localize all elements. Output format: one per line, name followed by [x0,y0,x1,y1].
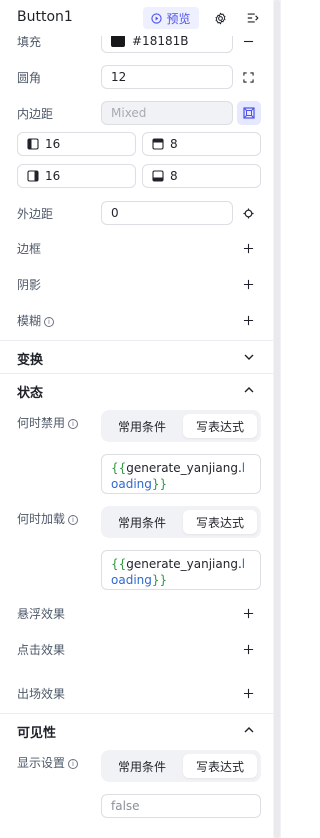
add-hover-effect-icon[interactable] [240,605,256,621]
info-icon[interactable]: i [68,759,79,769]
info-icon[interactable]: i [44,317,55,327]
preview-button[interactable]: 预览 [143,7,199,29]
blur-row: 模糊 i [0,310,273,330]
disabled-when-expression-input[interactable]: {{generate_yanjiang.loading}} [101,454,261,494]
state-section-header[interactable]: 状态 [0,380,273,402]
expr-open-brace: {{ [111,557,127,571]
padding-all-input[interactable]: Mixed [101,101,233,125]
padding-bottom-input[interactable]: 8 [142,164,261,188]
add-click-effect-icon[interactable] [240,641,256,657]
padding-right-input[interactable]: 16 [17,164,136,188]
loading-when-common-tab[interactable]: 常用条件 [105,510,179,534]
border-label: 边框 [17,242,42,256]
add-blur-icon[interactable] [240,312,256,328]
display-settings-mode-toggle: 常用条件 写表达式 [101,750,261,782]
expr-object: generate_yanjiang. [126,461,242,475]
disabled-when-mode-toggle: 常用条件 写表达式 [101,410,261,442]
expr-close-brace: }} [151,477,168,491]
loading-when-label: 何时加载 [17,512,66,526]
preview-label: 预览 [166,11,191,26]
divider [0,373,273,374]
chevron-up-icon[interactable] [240,721,258,739]
add-enter-effect-icon[interactable] [240,685,256,701]
display-settings-label-wrap: 显示设置 i [17,754,79,771]
disabled-when-expression-tab[interactable]: 写表达式 [183,414,257,438]
click-effect-label: 点击效果 [17,643,66,657]
padding-row: 内边距 Mixed [0,100,273,126]
display-settings-label: 显示设置 [17,756,66,770]
radius-row: 圆角 12 [0,64,273,90]
disabled-when-common-tab[interactable]: 常用条件 [105,414,179,438]
padding-top-value: 8 [170,137,178,151]
radius-input[interactable]: 12 [101,65,233,89]
display-expression-input[interactable]: false [101,794,261,818]
expand-corners-icon[interactable] [240,69,256,85]
display-expression-value: false [111,799,140,813]
fill-color-swatch[interactable] [111,35,125,47]
margin-label: 外边距 [17,207,54,221]
visibility-section-title: 可见性 [17,726,57,741]
loading-when-mode-toggle: 常用条件 写表达式 [101,506,261,538]
state-section-title: 状态 [17,386,44,401]
margin-settings-icon[interactable] [240,205,256,221]
expr-object: generate_yanjiang. [126,557,242,571]
fill-color-value: #18181B [132,34,189,48]
padding-placeholder: Mixed [111,106,147,120]
padding-left-icon [27,138,39,150]
settings-gear-icon[interactable] [211,9,229,27]
padding-right-icon [27,170,39,182]
expr-close-brace: }} [151,573,168,587]
blur-label: 模糊 [17,314,42,328]
enter-effect-row: 出场效果 [0,683,273,703]
collapse-panel-icon[interactable] [244,9,262,27]
transform-section-title: 变换 [17,353,44,368]
loading-when-expression-tab[interactable]: 写表达式 [183,510,257,534]
padding-label: 内边距 [17,107,54,121]
display-settings-common-tab[interactable]: 常用条件 [105,754,179,778]
display-settings-expression-tab[interactable]: 写表达式 [183,754,257,778]
padding-top-input[interactable]: 8 [142,132,261,156]
radius-label: 圆角 [17,71,42,85]
shadow-label: 阴影 [17,278,42,292]
divider [0,340,273,341]
divider [0,713,273,714]
chevron-up-icon[interactable] [240,381,258,399]
click-effect-row: 点击效果 [0,639,273,659]
loading-when-expression-input[interactable]: {{generate_yanjiang.loading}} [101,550,261,590]
visibility-section-header[interactable]: 可见性 [0,720,273,742]
margin-row: 外边距 0 [0,200,273,226]
blur-label-wrap: 模糊 i [17,312,55,329]
info-icon[interactable]: i [68,515,79,525]
enter-effect-label: 出场效果 [17,687,66,701]
disabled-when-label-wrap: 何时禁用 i [17,414,79,431]
padding-individual-toggle-icon[interactable] [237,101,261,125]
loading-when-label-wrap: 何时加载 i [17,510,79,527]
margin-value: 0 [111,206,119,220]
panel-header: Button1 预览 [0,0,273,36]
padding-bottom-value: 8 [170,169,178,183]
add-border-icon[interactable] [240,240,256,256]
scrollbar-track[interactable] [273,0,281,838]
hover-effect-label: 悬浮效果 [17,607,66,621]
properties-panel: 填充 #18181B Button1 预览 圆角 12 内边距 Mixed 16… [0,0,273,838]
chevron-down-icon[interactable] [240,348,258,366]
padding-left-value: 16 [45,137,61,151]
add-shadow-icon[interactable] [240,276,256,292]
shadow-row: 阴影 [0,274,273,294]
scrollbar-thumb[interactable] [274,0,280,838]
padding-bottom-icon [152,170,164,182]
info-icon[interactable]: i [68,419,79,429]
transform-section-header[interactable]: 变换 [0,347,273,369]
padding-right-value: 16 [45,169,61,183]
expr-open-brace: {{ [111,461,127,475]
play-circle-icon [151,12,163,24]
padding-top-icon [152,138,164,150]
radius-value: 12 [111,70,127,84]
padding-left-input[interactable]: 16 [17,132,136,156]
component-title: Button1 [17,9,73,25]
border-row: 边框 [0,238,273,258]
disabled-when-label: 何时禁用 [17,416,66,430]
hover-effect-row: 悬浮效果 [0,603,273,623]
margin-input[interactable]: 0 [101,201,233,225]
